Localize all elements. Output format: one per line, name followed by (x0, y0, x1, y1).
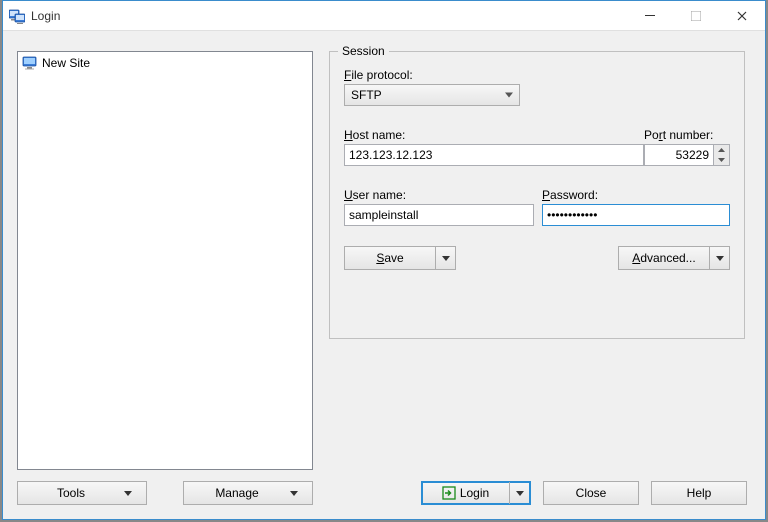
close-button[interactable]: Close (543, 481, 639, 505)
site-item-new-site[interactable]: New Site (18, 52, 312, 74)
chevron-down-icon (516, 491, 524, 496)
chevron-down-icon (716, 256, 724, 261)
file-protocol-label: File protocol: (344, 68, 730, 82)
save-dropdown[interactable] (436, 246, 456, 270)
password-input[interactable] (542, 204, 730, 226)
login-button[interactable]: Login (422, 482, 510, 504)
minimize-icon (645, 11, 655, 21)
save-split-button[interactable]: Save (344, 246, 456, 270)
chevron-down-icon (290, 491, 298, 496)
close-window-button[interactable] (719, 1, 765, 31)
login-split-button[interactable]: Login (421, 481, 531, 505)
advanced-split-button[interactable]: Advanced... (618, 246, 730, 270)
user-input[interactable] (344, 204, 534, 226)
host-input[interactable] (344, 144, 644, 166)
help-button[interactable]: Help (651, 481, 747, 505)
session-group: Session File protocol: SFTP Host name: (329, 51, 745, 339)
site-list[interactable]: New Site (17, 51, 313, 470)
close-icon (737, 11, 747, 21)
manage-button[interactable]: Manage (183, 481, 313, 505)
advanced-button[interactable]: Advanced... (618, 246, 710, 270)
site-item-label: New Site (42, 56, 90, 70)
client-area: New Site Session File protocol: SFTP (3, 31, 765, 519)
port-spin-up[interactable] (714, 145, 729, 155)
manage-label: Manage (184, 486, 290, 500)
window-title: Login (31, 9, 60, 23)
port-spinner[interactable] (714, 144, 730, 166)
minimize-button[interactable] (627, 1, 673, 31)
file-protocol-value: SFTP (351, 88, 382, 102)
session-legend: Session (338, 44, 389, 58)
user-label: User name: (344, 188, 534, 202)
close-label: Close (576, 486, 607, 500)
chevron-down-icon (442, 256, 450, 261)
site-icon (22, 55, 38, 71)
tools-button[interactable]: Tools (17, 481, 147, 505)
titlebar: Login (3, 1, 765, 31)
chevron-down-icon (505, 93, 513, 98)
port-input[interactable] (644, 144, 714, 166)
advanced-dropdown[interactable] (710, 246, 730, 270)
maximize-button[interactable] (673, 1, 719, 31)
login-window: Login (2, 0, 766, 520)
login-label: Login (460, 486, 489, 500)
port-label: Port number: (644, 128, 730, 142)
file-protocol-select[interactable]: SFTP (344, 84, 520, 106)
chevron-down-icon (124, 491, 132, 496)
port-spin-down[interactable] (714, 155, 729, 165)
save-button[interactable]: Save (344, 246, 436, 270)
host-label: Host name: (344, 128, 644, 142)
help-label: Help (687, 486, 712, 500)
app-icon (9, 8, 25, 24)
login-icon (442, 486, 456, 500)
login-dropdown[interactable] (510, 482, 530, 504)
password-label: Password: (542, 188, 730, 202)
tools-label: Tools (18, 486, 124, 500)
maximize-icon (691, 11, 701, 21)
